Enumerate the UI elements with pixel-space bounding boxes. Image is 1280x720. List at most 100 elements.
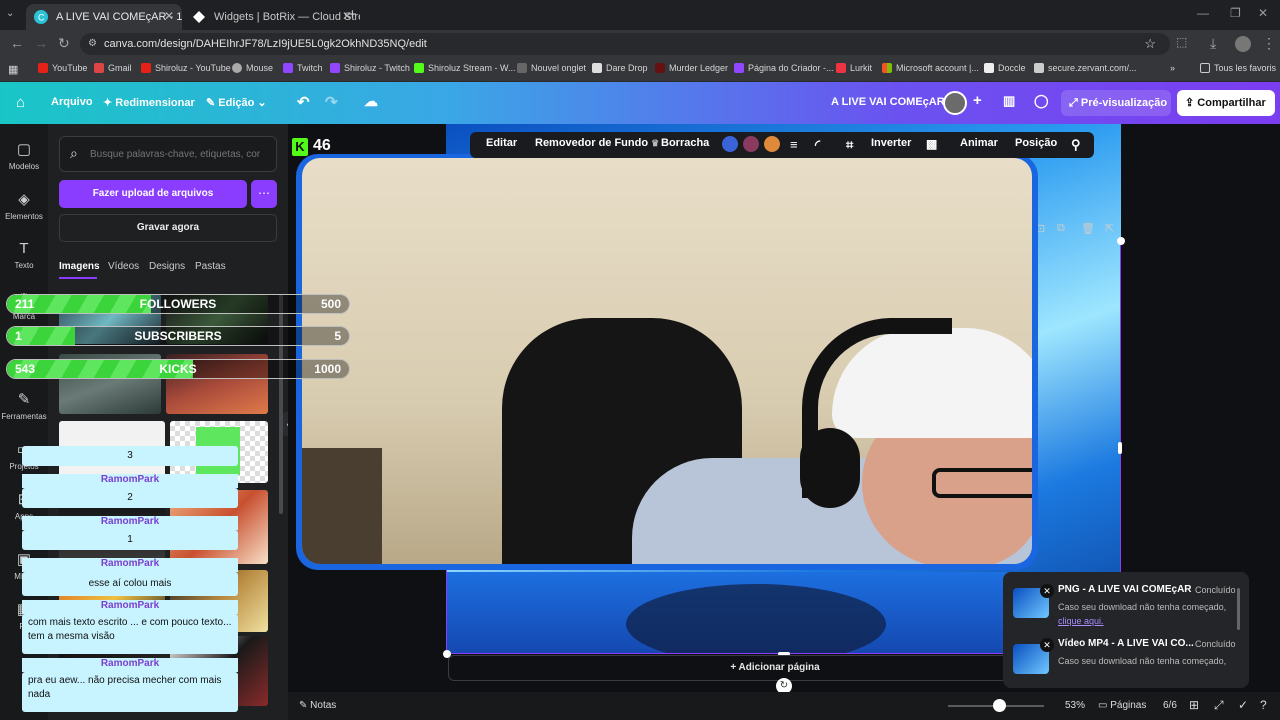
copy-style-icon[interactable]: ⚲ [1071,137,1081,153]
flip-button[interactable]: Inverter [871,137,911,149]
bookmark-doccle[interactable]: Doccle [984,63,1026,73]
tab-canva[interactable]: C A LIVE VAI COMEçAR - 1920 px ✕ [26,4,182,30]
more-options-button[interactable]: ⋯ [251,180,277,208]
bookmark-gmail[interactable]: Gmail [94,63,132,73]
back-icon[interactable]: ← [10,35,24,51]
corner-rounding-icon[interactable]: ◜ [815,137,820,153]
cloud-sync-icon[interactable]: ☁ [364,93,378,110]
duplicate-page-icon[interactable]: ⧉ [1057,222,1065,235]
notes-button[interactable]: ✎ Notas [299,700,336,711]
tab-botrix[interactable]: Widgets | BotRix — Cloud Stre ✕ [184,4,360,30]
bottom-bar: ✎ Notas 53% ▭ Páginas 6/6 ⊞ ⤢ ✓ ? [288,692,1280,720]
goal-bar-followers: 211 FOLLOWERS 500 [6,294,350,314]
help-icon[interactable]: ? [1260,698,1267,712]
analytics-icon[interactable]: ▥ [1003,93,1015,109]
sidebar-item-templates[interactable]: ▢ Modelos [0,140,48,171]
preview-button[interactable]: ⤢ Pré-visualização [1061,90,1171,116]
resize-handle[interactable] [1117,237,1125,245]
edit-menu[interactable]: ✎ Edição ⌄ [206,96,267,109]
color-swatch-blue[interactable] [722,136,738,152]
bookmark-youtube[interactable]: YouTube [38,63,87,73]
dismiss-download-icon[interactable]: ✕ [1040,638,1054,652]
edit-button[interactable]: Editar [486,137,517,149]
tab-list-chevron-icon[interactable]: ⌄ [6,8,14,19]
dismiss-download-icon[interactable]: ✕ [1040,584,1054,598]
tab-designs[interactable]: Designs [149,261,185,272]
grid-view-icon[interactable]: ⊞ [1189,698,1199,712]
sidebar-item-text[interactable]: T Texto [0,240,48,270]
transparency-icon[interactable]: ▩ [926,137,937,151]
url-field[interactable]: ⚙ canva.com/design/DAHEIhrJF78/LzI9jUE5L… [80,33,1170,55]
sidebar-item-elements[interactable]: ◈ Elementos [0,190,48,221]
reload-icon[interactable]: ↻ [58,35,70,52]
file-menu[interactable]: Arquivo [51,96,93,108]
position-button[interactable]: Posição [1015,137,1057,149]
share-page-icon[interactable]: ⇱ [1105,222,1114,235]
undo-icon[interactable]: ↶ [297,93,310,111]
zoom-level[interactable]: 53% [1065,700,1085,711]
home-icon[interactable]: ⌂ [16,94,25,111]
forward-icon[interactable]: → [34,35,48,51]
resize-button[interactable]: ✦ Redimensionar [103,96,195,109]
minimize-icon[interactable]: — [1197,6,1209,20]
bookmark-shiroluz-stream[interactable]: Shiroluz Stream - W... [414,63,516,73]
record-now-button[interactable]: Gravar agora [59,214,277,242]
close-window-icon[interactable]: ✕ [1258,6,1268,20]
bookmark-dare-drop[interactable]: Dare Drop [592,63,648,73]
apps-grid-icon[interactable]: ▦ [8,63,18,76]
download-retry-link[interactable]: clique aqui. [1058,616,1104,626]
comments-icon[interactable]: ◯ [1034,93,1049,109]
profile-avatar-icon[interactable] [1235,36,1251,52]
fullscreen-icon[interactable]: ⤢ [1214,698,1224,713]
add-collaborator-icon[interactable]: + [973,92,982,109]
delete-page-icon[interactable]: 🗑 [1081,222,1095,235]
tab-videos[interactable]: Vídeos [108,261,139,272]
animate-button[interactable]: Animar [960,137,998,149]
border-style-icon[interactable]: ≡ [790,137,798,152]
check-icon[interactable]: ✓ [1238,698,1248,712]
bookmark-microsoft[interactable]: Microsoft account |... [882,63,979,73]
zoom-slider-thumb[interactable] [992,699,1006,712]
new-tab-icon[interactable]: + [348,6,357,23]
download-icon[interactable]: ⤓ [1210,35,1216,52]
bookmark-murder-ledger[interactable]: Murder Ledger [655,63,728,73]
bookmark-lurkit[interactable]: Lurkit [836,63,872,73]
elements-icon: ◈ [18,191,30,208]
bookmark-mouse[interactable]: Mouse [232,63,273,73]
webcam-frame[interactable] [296,154,1038,570]
all-bookmarks[interactable]: Tous les favoris [1200,63,1276,73]
tab-images[interactable]: Imagens [59,261,100,272]
color-swatch-orange[interactable] [764,136,780,152]
close-tab-icon[interactable]: ✕ [164,9,174,23]
eraser-button[interactable]: Borracha [661,137,709,149]
resize-handle[interactable] [1118,442,1122,454]
site-info-icon[interactable]: ⚙ [88,33,97,55]
remove-background-button[interactable]: Removedor de Fundo ♛ [535,137,659,149]
pages-button[interactable]: ▭ Páginas [1098,700,1146,711]
restore-icon[interactable]: ❐ [1230,6,1241,20]
bookmark-creator-page[interactable]: Página do Criador -... [734,63,834,73]
extensions-icon[interactable]: ⬚ [1176,35,1187,49]
bookmark-new-tab[interactable]: Nouvel onglet [517,63,586,73]
bookmark-shiroluz-youtube[interactable]: Shiroluz - YouTube [141,63,231,73]
user-avatar[interactable] [943,91,967,115]
tab-folders[interactable]: Pastas [195,261,226,272]
sidebar-item-tools[interactable]: ✎ Ferramentas [0,390,48,421]
bookmark-star-icon[interactable]: ☆ [1144,33,1156,55]
browser-menu-icon[interactable]: ⋮ [1262,35,1276,52]
search-box[interactable]: ⌕ [59,136,277,172]
design-title[interactable]: A LIVE VAI COMEçAR [831,96,945,108]
bookmark-shiroluz-twitch[interactable]: Shiroluz - Twitch [330,63,410,73]
webcam-video[interactable] [302,158,1032,564]
upload-files-button[interactable]: Fazer upload de arquivos [59,180,247,208]
more-bookmarks-icon[interactable]: » [1170,63,1175,73]
bookmark-zervant[interactable]: secure.zervant.com/... [1034,63,1137,73]
download-status: Concluído [1195,639,1236,649]
search-input[interactable] [90,145,272,163]
color-swatch-maroon[interactable] [743,136,759,152]
bookmark-twitch[interactable]: Twitch [283,63,323,73]
crop-icon[interactable]: ⌗ [846,137,853,153]
notifications-scrollbar[interactable] [1237,588,1240,630]
share-button[interactable]: ⇪ Compartilhar [1177,90,1275,116]
redo-icon[interactable]: ↷ [325,93,338,111]
